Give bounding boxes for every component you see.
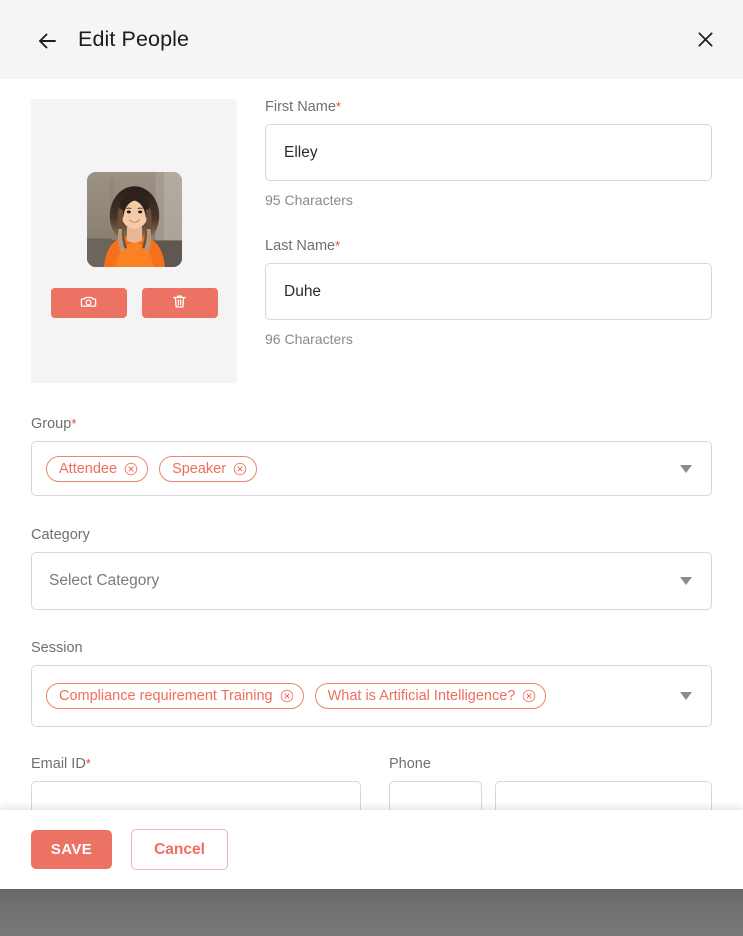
chip-remove-icon[interactable] bbox=[233, 462, 247, 476]
close-icon[interactable] bbox=[689, 24, 721, 56]
chip[interactable]: Compliance requirement Training bbox=[46, 683, 304, 709]
chip-label: Compliance requirement Training bbox=[59, 688, 273, 704]
required-marker: * bbox=[71, 416, 77, 431]
chip-label: What is Artificial Intelligence? bbox=[327, 688, 516, 704]
photo-action-buttons bbox=[50, 288, 218, 318]
screen: Edit People First Name* Elley 95 Charact… bbox=[0, 0, 743, 936]
save-button[interactable]: SAVE bbox=[31, 830, 112, 869]
trash-icon bbox=[171, 293, 188, 313]
group-field: Group* Attendee Speaker bbox=[31, 416, 712, 496]
avatar bbox=[86, 172, 182, 267]
page-title: Edit People bbox=[78, 27, 190, 51]
chevron-down-icon[interactable] bbox=[680, 692, 692, 700]
cancel-button[interactable]: Cancel bbox=[131, 829, 228, 870]
required-marker: * bbox=[335, 238, 341, 253]
last-name-input[interactable] bbox=[265, 263, 712, 320]
chevron-down-icon[interactable] bbox=[680, 577, 692, 585]
last-name-label: Last Name* bbox=[265, 238, 712, 254]
photo-panel bbox=[31, 99, 237, 383]
phone-label: Phone bbox=[389, 756, 712, 772]
person-portrait-image bbox=[86, 172, 182, 267]
modal-footer: SAVE Cancel bbox=[0, 810, 743, 889]
chip-label: Attendee bbox=[59, 460, 118, 477]
required-marker: * bbox=[85, 756, 91, 771]
chevron-down-icon[interactable] bbox=[680, 464, 692, 473]
group-label: Group* bbox=[31, 416, 712, 432]
category-placeholder: Select Category bbox=[49, 572, 160, 589]
last-name-field: Last Name* 96 Characters bbox=[265, 238, 712, 347]
first-name-label: First Name* bbox=[265, 99, 712, 115]
last-name-label-text: Last Name bbox=[265, 238, 336, 254]
chip[interactable]: Speaker bbox=[159, 455, 258, 482]
group-label-text: Group bbox=[31, 416, 72, 432]
category-label: Category bbox=[31, 527, 712, 543]
arrow-left-icon[interactable] bbox=[32, 26, 62, 56]
phone-label-text: Phone bbox=[389, 756, 431, 772]
modal-body: First Name* 95 Characters Last Name* 96 … bbox=[0, 79, 743, 889]
name-fields-column: First Name* 95 Characters Last Name* 96 … bbox=[265, 99, 712, 347]
last-name-helper: 96 Characters bbox=[265, 331, 353, 347]
chip[interactable]: Attendee bbox=[46, 455, 149, 482]
first-name-helper: 95 Characters bbox=[265, 192, 353, 208]
group-multiselect[interactable]: Attendee Speaker bbox=[31, 441, 712, 496]
email-label: Email ID* bbox=[31, 756, 361, 772]
category-label-text: Category bbox=[31, 527, 90, 543]
camera-icon bbox=[80, 293, 97, 313]
profile-and-names-row: First Name* 95 Characters Last Name* 96 … bbox=[31, 99, 712, 383]
edit-people-modal: Edit People First Name* Elley 95 Charact… bbox=[0, 0, 743, 889]
session-label-text: Session bbox=[31, 640, 83, 656]
chip[interactable]: What is Artificial Intelligence? bbox=[314, 683, 547, 709]
session-label: Session bbox=[31, 640, 712, 656]
first-name-input[interactable] bbox=[265, 124, 712, 181]
session-field: Session Compliance requirement Training … bbox=[31, 640, 712, 727]
modal-header: Edit People bbox=[0, 0, 743, 79]
delete-photo-button[interactable] bbox=[141, 288, 218, 318]
first-name-label-text: First Name bbox=[265, 99, 336, 115]
upload-photo-button[interactable] bbox=[50, 288, 127, 318]
required-marker: * bbox=[335, 99, 341, 114]
session-multiselect[interactable]: Compliance requirement Training What is … bbox=[31, 665, 712, 727]
chip-label: Speaker bbox=[172, 460, 227, 477]
chip-remove-icon[interactable] bbox=[522, 689, 536, 703]
category-field: Category Select Category bbox=[31, 527, 712, 610]
chip-remove-icon[interactable] bbox=[124, 462, 138, 476]
modal-backdrop bbox=[0, 889, 743, 936]
category-select[interactable]: Select Category bbox=[31, 552, 712, 610]
email-label-text: Email ID bbox=[31, 756, 86, 772]
chip-remove-icon[interactable] bbox=[280, 689, 294, 703]
